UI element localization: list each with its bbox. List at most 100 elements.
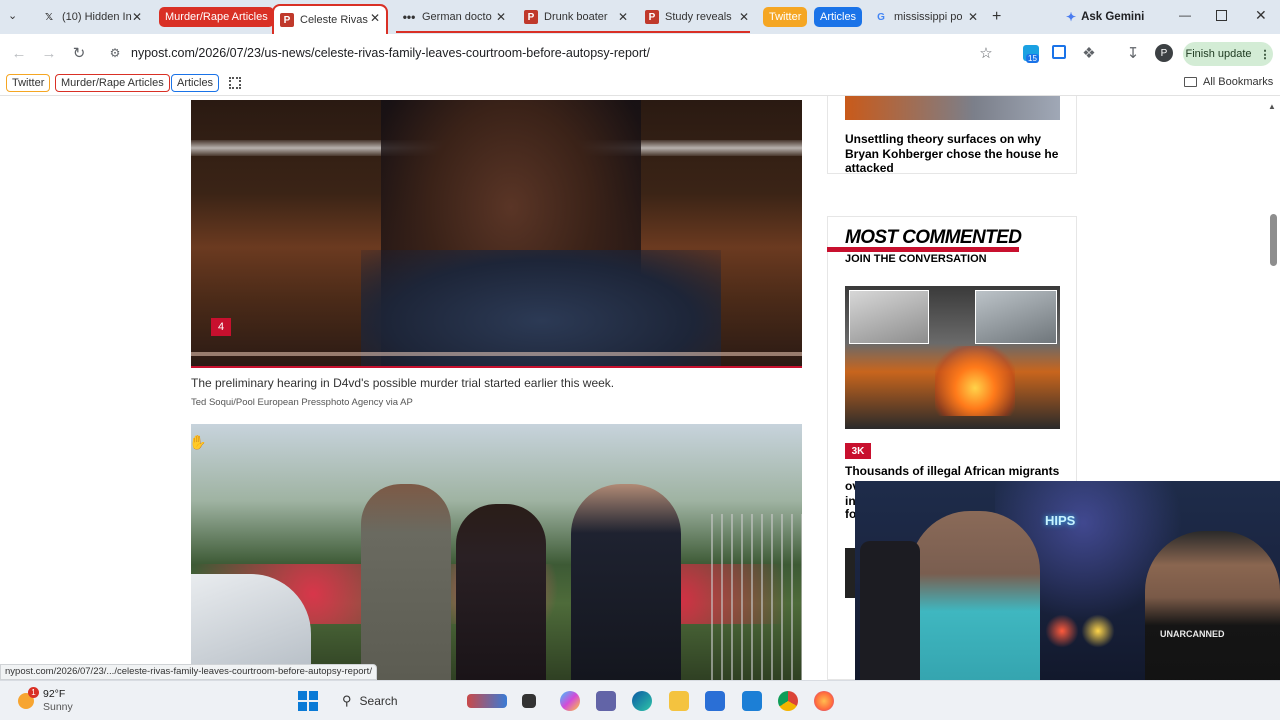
close-icon[interactable]: ✕: [496, 10, 506, 24]
scroll-up-arrow[interactable]: ▲: [1268, 102, 1276, 111]
nypost-icon: P: [524, 10, 538, 24]
tab-group-murder-rape[interactable]: Murder/Rape Articles: [159, 7, 274, 27]
tab-drunk-boater[interactable]: P Drunk boater ✕: [518, 5, 634, 29]
overlay-sign: HIPS: [1045, 513, 1076, 528]
extension-icon-2[interactable]: [1052, 45, 1066, 59]
join-conversation-label: JOIN THE CONVERSATION: [845, 253, 987, 265]
photo-person-2: [456, 504, 546, 680]
finish-update-label: Finish update: [1185, 48, 1252, 60]
bookmark-twitter[interactable]: Twitter: [6, 74, 51, 92]
close-icon[interactable]: ✕: [739, 10, 749, 24]
store-icon[interactable]: [705, 691, 725, 711]
tab-x[interactable]: 𝕏 (10) Hidden In ✕: [36, 5, 148, 29]
photo-person-3: [571, 484, 681, 680]
extension-badge: 15: [1026, 54, 1039, 63]
photo-counter-badge: 4: [211, 318, 231, 336]
close-icon[interactable]: ✕: [968, 10, 978, 24]
weather-widget[interactable]: 1 92°F Sunny: [18, 687, 98, 715]
windows-taskbar: 1 92°F Sunny ⚲ Search: [0, 680, 1280, 720]
tab-group-twitter[interactable]: Twitter: [763, 7, 808, 27]
close-window-button[interactable]: ✕: [1255, 7, 1267, 24]
most-commented-story-link[interactable]: Thousands of illegal African migrants: [845, 464, 1065, 478]
back-button[interactable]: ←: [10, 44, 28, 62]
download-icon[interactable]: ↧: [1124, 44, 1142, 62]
nypost-icon: P: [645, 10, 659, 24]
status-url-tooltip: nypost.com/2026/07/23/.../celeste-rivas-…: [0, 664, 377, 680]
site-info-icon[interactable]: ⚙: [106, 44, 124, 62]
bookmark-label: Twitter: [12, 77, 45, 89]
address-bar[interactable]: nypost.com/2026/07/23/us-news/celeste-ri…: [131, 46, 650, 60]
weather-desc: Sunny: [43, 701, 73, 713]
browser-toolbar: ← → ↻ ⚙ nypost.com/2026/07/23/us-news/ce…: [0, 34, 1280, 72]
tab-group-label: Articles: [820, 11, 857, 23]
tab-label: (10) Hidden In: [62, 11, 132, 23]
restore-button[interactable]: [1216, 10, 1227, 21]
tab-group-underline: [396, 31, 750, 33]
photo-counter: 4: [217, 321, 225, 333]
photo-fire: [935, 346, 1015, 416]
new-tab-button[interactable]: +: [992, 8, 1001, 26]
most-commented-heading: MOST COMMENTED: [845, 227, 1022, 248]
all-bookmarks-label: All Bookmarks: [1203, 76, 1274, 88]
tab-label: German doctor: [422, 11, 492, 23]
minimize-button[interactable]: —: [1179, 8, 1191, 22]
article-photo-courtroom[interactable]: 4: [191, 100, 802, 368]
profile-initial: P: [1160, 47, 1168, 59]
photo-credit: Ted Soqui/Pool European Pressphoto Agenc…: [191, 397, 413, 408]
bookmark-murder-rape[interactable]: Murder/Rape Articles: [55, 74, 170, 92]
sidebar-top-thumb[interactable]: [845, 96, 1060, 120]
tab-search-icon[interactable]: ⌄: [8, 9, 24, 25]
all-bookmarks-button[interactable]: All Bookmarks: [1184, 76, 1273, 88]
weather-badge: 1: [28, 687, 39, 698]
ask-gemini-button[interactable]: ✦ Ask Gemini: [1066, 8, 1144, 26]
gemini-icon: ✦: [1066, 10, 1077, 24]
taskview-icon[interactable]: [522, 694, 536, 708]
browser-tab-strip: ⌄ 𝕏 (10) Hidden In ✕ Murder/Rape Article…: [0, 0, 1280, 34]
close-icon[interactable]: ✕: [370, 11, 380, 25]
search-icon: ⚲: [342, 693, 352, 708]
overlay-desk-lights: [1035, 611, 1125, 651]
taskbar-app-icon[interactable]: [467, 694, 507, 708]
finish-update-button[interactable]: Finish update ⋮: [1183, 42, 1273, 66]
edge-icon[interactable]: [632, 691, 652, 711]
bookmark-star-icon[interactable]: ☆: [977, 44, 995, 62]
file-explorer-icon[interactable]: [669, 691, 689, 711]
status-url: nypost.com/2026/07/23/.../celeste-rivas-…: [5, 666, 372, 677]
next-story-thumb[interactable]: [845, 548, 855, 598]
teams-icon[interactable]: [596, 691, 616, 711]
tab-group-label: Murder/Rape Articles: [165, 11, 268, 23]
bookmark-articles[interactable]: Articles: [171, 74, 220, 92]
more-vert-icon: ⋮: [1259, 48, 1271, 61]
firefox-icon[interactable]: [814, 691, 834, 711]
copilot-icon[interactable]: [560, 691, 580, 711]
most-commented-photo[interactable]: [845, 286, 1060, 429]
forward-button[interactable]: →: [40, 44, 58, 62]
apps-grid-icon[interactable]: [229, 77, 241, 89]
tab-celeste-rivas[interactable]: P Celeste Rivas ✕: [272, 4, 388, 34]
tab-label: Drunk boater: [544, 11, 608, 23]
bookmarks-bar: Twitter Murder/Rape Articles Articles Al…: [0, 72, 1280, 96]
nypost-icon: P: [280, 13, 294, 27]
close-icon[interactable]: ✕: [618, 10, 628, 24]
tab-label: Study reveals: [665, 11, 732, 23]
photo-inset-1: [849, 290, 929, 344]
tab-group-articles[interactable]: Articles: [814, 7, 863, 27]
profile-avatar[interactable]: P: [1155, 44, 1173, 62]
scrollbar-thumb[interactable]: [1270, 214, 1277, 266]
tab-german-doctor[interactable]: ••• German doctor ✕: [396, 5, 512, 29]
comment-count-badge: 3K: [845, 443, 871, 459]
mail-icon[interactable]: [742, 691, 762, 711]
chrome-icon[interactable]: [778, 691, 798, 711]
close-icon[interactable]: ✕: [132, 10, 142, 24]
tab-study-reveals[interactable]: P Study reveals ✕: [639, 5, 755, 29]
tab-mississippi[interactable]: G mississippi po ✕: [868, 5, 984, 29]
tab-label: mississippi po: [894, 11, 963, 23]
windows-start-icon[interactable]: [298, 691, 318, 711]
ask-gemini-label: Ask Gemini: [1081, 11, 1145, 23]
extensions-puzzle-icon[interactable]: ❖: [1080, 44, 1098, 62]
photo-inset-2: [975, 290, 1057, 344]
reload-button[interactable]: ↻: [70, 44, 88, 62]
google-icon: G: [877, 11, 885, 23]
article-photo-family[interactable]: [191, 424, 802, 680]
sidebar-top-story-link[interactable]: Unsettling theory surfaces on why Bryan …: [845, 132, 1065, 176]
